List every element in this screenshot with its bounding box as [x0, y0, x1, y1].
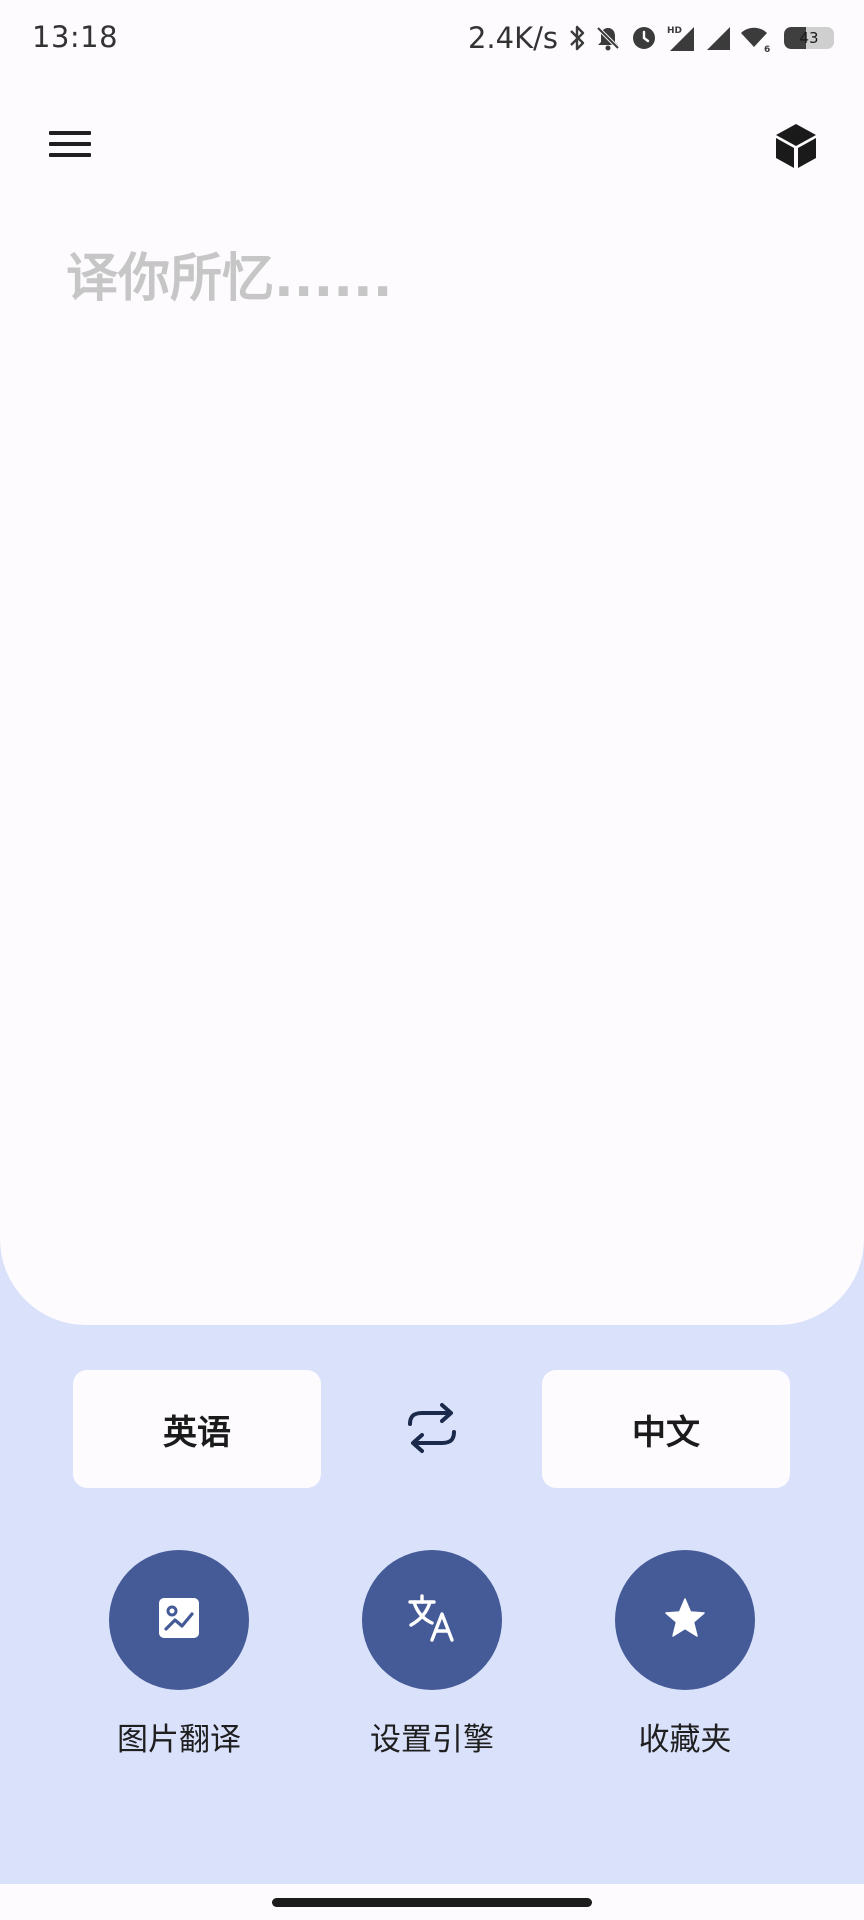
menu-button[interactable] [42, 122, 98, 170]
source-language-button[interactable]: 英语 [73, 1370, 321, 1488]
engine-settings-label: 设置引擎 [370, 1722, 494, 1758]
status-bar: 13:18 2.4K/s HD 6 43 [0, 0, 864, 78]
status-icons: 2.4K/s HD 6 43 [468, 18, 834, 58]
hd-signal-icon: HD [666, 23, 696, 53]
favorites-action[interactable]: 收藏夹 [575, 1550, 795, 1759]
favorites-label: 收藏夹 [638, 1722, 732, 1758]
translate-input[interactable] [48, 236, 816, 1256]
alarm-icon [630, 24, 658, 52]
bell-off-icon [594, 24, 622, 52]
svg-text:HD: HD [667, 26, 682, 36]
signal-icon [704, 24, 732, 52]
image-translate-action[interactable]: 图片翻译 [69, 1550, 289, 1759]
engine-settings-button[interactable] [362, 1550, 502, 1690]
cube-icon [774, 122, 818, 174]
image-translate-label: 图片翻译 [117, 1722, 241, 1758]
bluetooth-icon [568, 24, 586, 52]
net-speed: 2.4K/s [467, 21, 558, 55]
target-language-label: 中文 [632, 1412, 700, 1453]
cube-button[interactable] [768, 120, 824, 176]
battery-level: 43 [799, 29, 819, 47]
target-language-button[interactable]: 中文 [542, 1370, 790, 1488]
wifi-icon: 6 [740, 23, 772, 53]
svg-text:6: 6 [764, 45, 770, 53]
source-language-label: 英语 [163, 1412, 231, 1453]
status-time: 13:18 [32, 20, 119, 54]
image-translate-button[interactable] [109, 1550, 249, 1690]
swap-icon [404, 1402, 460, 1458]
image-icon [157, 1596, 201, 1644]
menu-icon [49, 129, 91, 163]
swap-languages-button[interactable] [402, 1400, 462, 1460]
engine-settings-action[interactable]: 设置引擎 [322, 1550, 542, 1759]
translate-icon [406, 1592, 458, 1648]
battery-icon: 43 [784, 27, 834, 49]
favorites-button[interactable] [615, 1550, 755, 1690]
home-gesture-handle[interactable] [272, 1898, 592, 1907]
star-icon [663, 1596, 707, 1644]
